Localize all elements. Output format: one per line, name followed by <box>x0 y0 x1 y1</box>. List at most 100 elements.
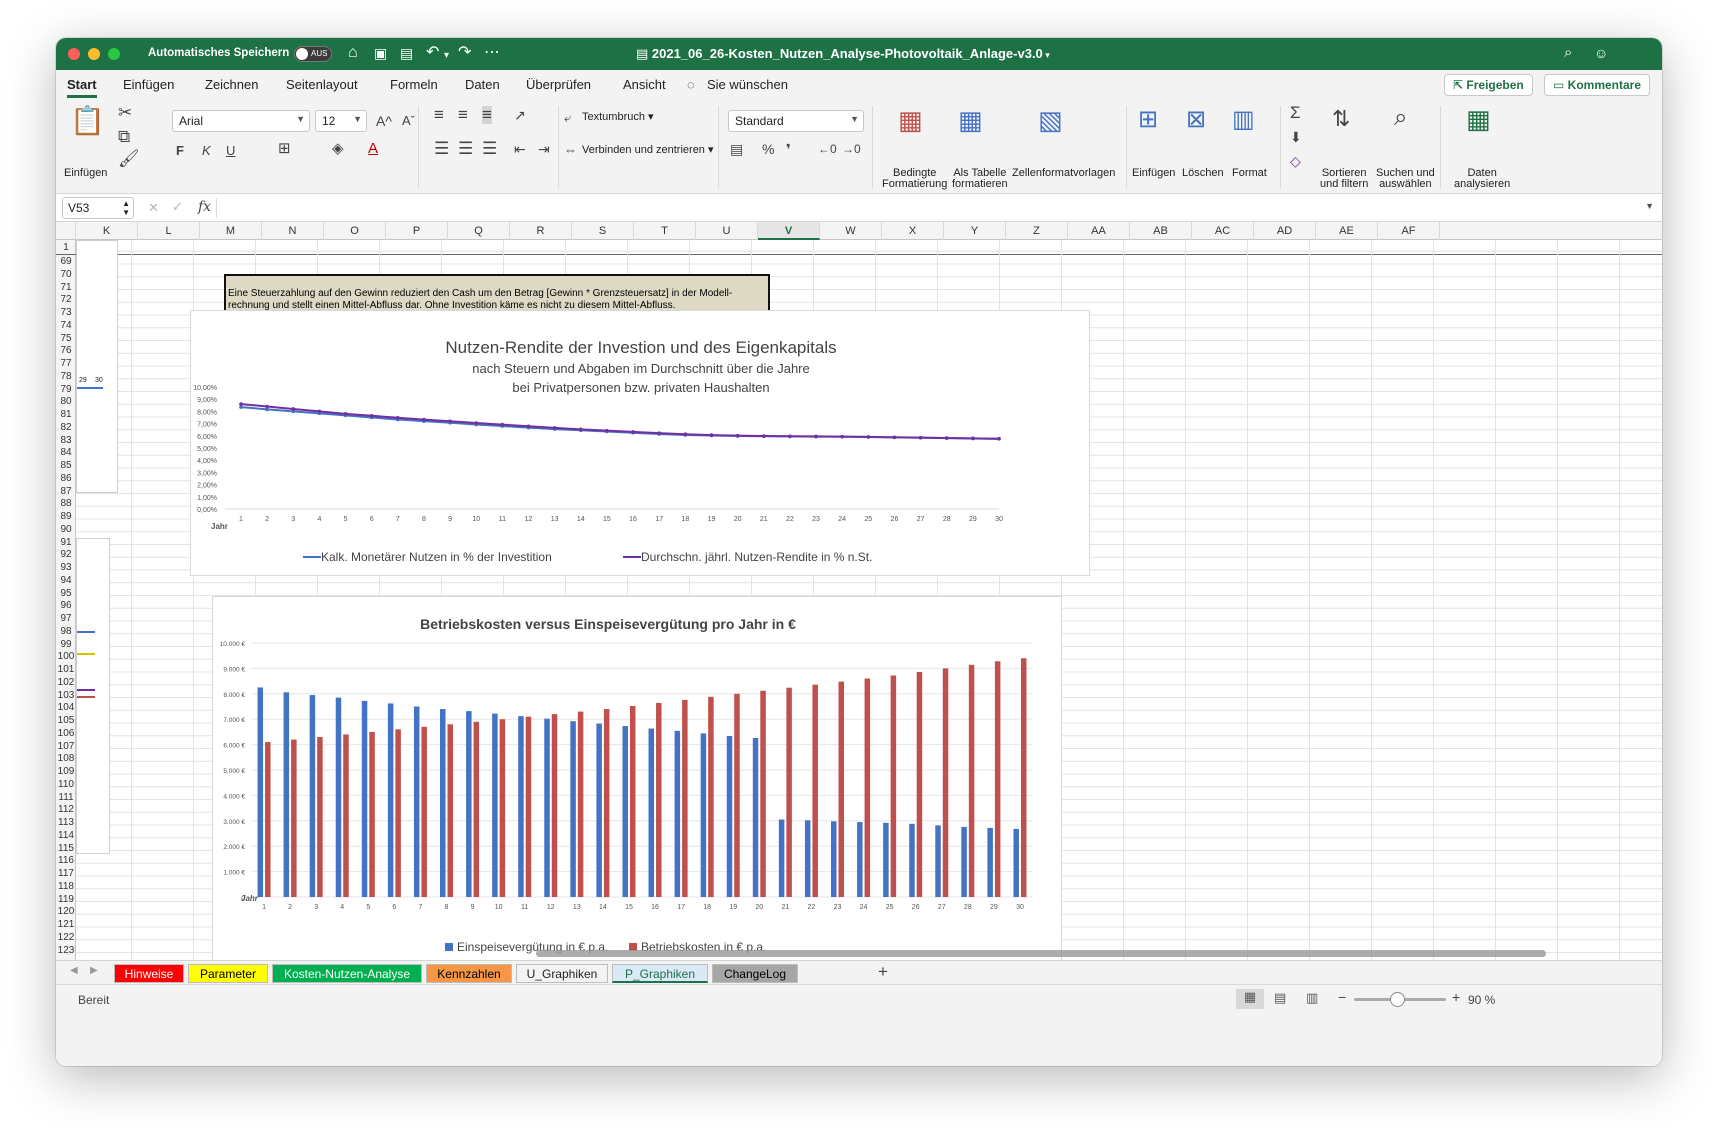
search-icon[interactable]: ⌕ <box>1564 44 1572 62</box>
column-header-ad[interactable]: AD <box>1254 222 1316 240</box>
increase-indent-icon[interactable]: ⇥ <box>538 140 550 158</box>
row-header[interactable]: 92 <box>56 549 76 560</box>
document-title[interactable]: ▤ 2021_06_26-Kosten_Nutzen_Analyse-Photo… <box>636 46 1050 62</box>
align-middle-icon[interactable]: ≡ <box>458 106 468 124</box>
row-header[interactable]: 71 <box>56 282 76 293</box>
column-header-q[interactable]: Q <box>448 222 510 240</box>
row-header[interactable]: 74 <box>56 320 76 331</box>
row-header[interactable]: 1 <box>56 242 76 253</box>
row-header[interactable]: 89 <box>56 511 76 522</box>
row-header[interactable]: 73 <box>56 307 76 318</box>
page-break-view-icon[interactable]: ▥ <box>1306 990 1318 1006</box>
row-header[interactable]: 95 <box>56 588 76 599</box>
row-header[interactable]: 117 <box>56 868 76 879</box>
row-header[interactable]: 69 <box>56 256 76 267</box>
line-chart[interactable]: Nutzen-Rendite der Investion und des Eig… <box>190 310 1090 576</box>
minimize-window-button[interactable] <box>88 48 100 60</box>
number-format-select[interactable]: Standard ▼ <box>728 110 864 132</box>
zoom-slider-knob[interactable] <box>1390 992 1405 1007</box>
row-header[interactable]: 107 <box>56 741 76 752</box>
row-header[interactable]: 79 <box>56 384 76 395</box>
column-header-t[interactable]: T <box>634 222 696 240</box>
row-header[interactable]: 115 <box>56 843 76 854</box>
redo-icon[interactable]: ↷ <box>458 44 471 62</box>
borders-icon[interactable]: ⊞ <box>278 140 291 158</box>
tab-data[interactable]: Daten <box>465 77 500 92</box>
row-header[interactable]: 104 <box>56 702 76 713</box>
fill-icon[interactable]: ⬇ <box>1290 128 1302 146</box>
row-header[interactable]: 121 <box>56 919 76 930</box>
row-header[interactable]: 105 <box>56 715 76 726</box>
row-header[interactable]: 116 <box>56 855 76 866</box>
decrease-indent-icon[interactable]: ⇤ <box>514 140 526 158</box>
underline-button[interactable]: U <box>226 142 235 160</box>
format-as-table-icon[interactable]: ▦ <box>958 106 983 134</box>
insert-cells-button[interactable]: Einfügen <box>1132 168 1175 179</box>
font-color-icon[interactable]: A <box>368 140 378 158</box>
conditional-format-button[interactable]: Bedingte Formatierung <box>882 168 947 190</box>
insert-cells-icon[interactable]: ⊞ <box>1138 106 1158 134</box>
row-header[interactable]: 87 <box>56 486 76 497</box>
column-header-v[interactable]: V <box>758 222 820 240</box>
paste-label[interactable]: Einfügen <box>64 168 107 179</box>
sheet-tab-changelog[interactable]: ChangeLog <box>712 964 798 983</box>
column-header-k[interactable]: K <box>76 222 138 240</box>
column-header-m[interactable]: M <box>200 222 262 240</box>
sheet-tab-kennzahlen[interactable]: Kennzahlen <box>426 964 512 983</box>
column-header-w[interactable]: W <box>820 222 882 240</box>
tab-review[interactable]: Überprüfen <box>526 77 591 92</box>
normal-view-icon[interactable]: ▦ <box>1236 989 1264 1009</box>
undo-icon[interactable]: ↶ <box>426 44 439 62</box>
row-header[interactable]: 83 <box>56 435 76 446</box>
column-header-l[interactable]: L <box>138 222 200 240</box>
row-header[interactable]: 113 <box>56 817 76 828</box>
row-header[interactable]: 101 <box>56 664 76 675</box>
merge-center-button[interactable]: Verbinden und zentrieren ▾ <box>582 145 714 156</box>
format-painter-icon[interactable]: 🖌 <box>118 150 140 168</box>
sheet-tab-u-graphiken[interactable]: U_Graphiken <box>516 964 608 983</box>
wrap-text-icon[interactable]: ⤶ <box>564 109 571 127</box>
expand-formula-icon[interactable]: ▼ <box>1645 201 1654 211</box>
row-header[interactable]: 114 <box>56 830 76 841</box>
delete-cells-icon[interactable]: ⊠ <box>1186 106 1206 134</box>
format-cells-icon[interactable]: ▥ <box>1232 106 1255 134</box>
sheet-tab-parameter[interactable]: Parameter <box>188 964 268 983</box>
merge-icon[interactable]: ⇔ <box>564 141 577 159</box>
conditional-format-icon[interactable]: ▦ <box>898 106 923 134</box>
row-header[interactable]: 70 <box>56 269 76 280</box>
row-header[interactable]: 82 <box>56 422 76 433</box>
row-header[interactable]: 72 <box>56 294 76 305</box>
column-header-r[interactable]: R <box>510 222 572 240</box>
tab-formulas[interactable]: Formeln <box>390 77 438 92</box>
row-header[interactable]: 77 <box>56 358 76 369</box>
cell-styles-icon[interactable]: ▧ <box>1038 106 1063 134</box>
undo-dropdown-icon[interactable]: ▾ <box>444 47 449 65</box>
align-left-icon[interactable]: ☰ <box>434 140 449 158</box>
row-header[interactable]: 119 <box>56 894 76 905</box>
chart-thumbnail[interactable] <box>76 538 110 854</box>
autosave-toggle[interactable]: AUS <box>294 46 332 62</box>
more-icon[interactable]: ⋯ <box>484 44 500 62</box>
bar-chart[interactable]: Betriebskosten versus Einspeisevergütung… <box>212 596 1062 960</box>
sort-filter-button[interactable]: Sortieren und filtern <box>1320 168 1368 190</box>
format-as-table-button[interactable]: Als Tabelle formatieren <box>952 168 1008 190</box>
bold-button[interactable]: F <box>176 142 184 160</box>
decrease-decimal-icon[interactable]: →0 <box>842 140 861 158</box>
row-header[interactable]: 96 <box>56 600 76 611</box>
formula-input[interactable] <box>226 200 1626 216</box>
column-header-ab[interactable]: AB <box>1130 222 1192 240</box>
row-header[interactable]: 94 <box>56 575 76 586</box>
row-header[interactable]: 102 <box>56 677 76 688</box>
find-icon[interactable]: ⌕ <box>1394 104 1407 132</box>
delete-cells-button[interactable]: Löschen <box>1182 168 1224 179</box>
tab-draw[interactable]: Zeichnen <box>205 77 258 92</box>
home-icon[interactable]: ⌂ <box>348 44 358 62</box>
save-as-icon[interactable]: ▤ <box>400 44 413 62</box>
fill-color-icon[interactable]: ◈ <box>332 140 344 158</box>
row-header[interactable]: 110 <box>56 779 76 790</box>
percent-button[interactable]: % <box>762 140 774 158</box>
zoom-in-button[interactable]: + <box>1452 989 1460 1005</box>
column-header-o[interactable]: O <box>324 222 386 240</box>
row-header[interactable]: 123 <box>56 945 76 956</box>
share-person-icon[interactable]: ☺ <box>1594 44 1608 62</box>
